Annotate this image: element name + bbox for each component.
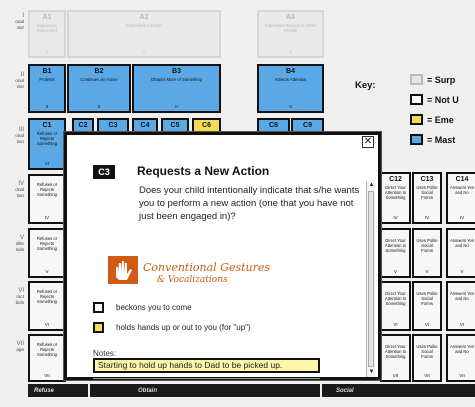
key-swatch-emerging <box>410 114 423 125</box>
cell-c12-v[interactable]: Direct Your Attention to Something V <box>380 228 411 278</box>
key-item-surpassed: = Surp <box>410 74 455 85</box>
cell-refuse-v[interactable]: Refuses or Rejects Something V <box>28 228 66 278</box>
cell-c12-vii[interactable]: Direct Your Attention to Something VII <box>380 334 411 382</box>
row-label-5: Volite sals <box>15 235 24 252</box>
option-checkbox-not-used[interactable] <box>93 302 104 313</box>
cell-b3[interactable]: B3 Obtains More of Something II <box>132 64 221 113</box>
row-label-1: Ional vior <box>15 13 24 30</box>
cell-c1[interactable]: C1 Refuses or Rejects Something III <box>28 118 66 170</box>
notes-field[interactable]: Starting to hold up hands to Dad to be p… <box>93 358 320 373</box>
category-subtitle: & Vocalizations <box>157 275 228 285</box>
cell-a2[interactable]: A2 Expresses Comfort I <box>67 10 221 58</box>
option-beckons[interactable]: beckons you to come <box>93 302 192 313</box>
category-bar-social: Social <box>322 384 475 397</box>
cell-c14-v[interactable]: Answers Yes and No V <box>446 228 475 278</box>
key-title: Key: <box>355 80 376 91</box>
modal-scroll-thumb[interactable] <box>368 191 374 367</box>
option-label: holds hands up or out to you (for "up") <box>116 323 251 332</box>
cell-c14-vii[interactable]: Answers Yes and No VII <box>446 334 475 382</box>
item-code-badge: C3 <box>93 165 115 179</box>
category-title: Conventional Gestures <box>143 261 271 274</box>
cell-c12-iv[interactable]: C12 Direct Your Attention to Something IV <box>380 172 411 224</box>
row-label-7: VII age <box>16 341 24 353</box>
scroll-down-icon[interactable]: ▼ <box>367 368 376 377</box>
option-hands-up[interactable]: holds hands up or out to you (for "up") <box>93 322 251 333</box>
key-swatch-surpassed <box>410 74 423 85</box>
cell-c13-vii[interactable]: Uses Polite Social Forms VII <box>412 334 442 382</box>
cell-c14-vi[interactable]: Answers Yes and No VI <box>446 281 475 331</box>
cell-c12-vi[interactable]: Direct Your Attention to Something VI <box>380 281 411 331</box>
key-item-not-used: = Not U <box>410 94 459 105</box>
cell-c13-iv[interactable]: C13 Uses Polite Social Forms IV <box>412 172 442 224</box>
cell-refuse-vii[interactable]: Refuses or Rejects Something VII <box>28 334 66 382</box>
row-label-4: IV onal tion <box>15 181 24 198</box>
row-label-6: VI ract bols <box>15 288 24 305</box>
waving-hand-icon <box>108 256 138 284</box>
row-label-3: III onal tion <box>15 127 24 144</box>
cell-b1[interactable]: B1 Protests II <box>28 64 66 113</box>
cell-c13-vi[interactable]: Uses Polite Social Forms VI <box>412 281 442 331</box>
row-label-2: II onal vior <box>15 72 24 89</box>
option-label: beckons you to come <box>116 303 192 312</box>
communication-matrix-screen: Ional vior II onal vior III onal tion IV on… <box>0 0 475 407</box>
cell-refuse-vi[interactable]: Refuses or Rejects Something VI <box>28 281 66 331</box>
cell-a3[interactable]: A3 Expresses Interest in Other People I <box>257 10 324 58</box>
cell-a1[interactable]: A1 Expresses Discomfort I <box>28 10 66 58</box>
item-detail-modal: ✕ C3 Requests a New Action Does your chi… <box>64 132 381 380</box>
key-item-emerging: = Eme <box>410 114 454 125</box>
cell-b4[interactable]: B4 Attracts Attention II <box>257 64 324 113</box>
cell-b2[interactable]: B2 Continues an Action II <box>67 64 131 113</box>
modal-question: Does your child intentionally indicate t… <box>139 185 360 222</box>
cell-c13-v[interactable]: Uses Polite Social Forms V <box>412 228 442 278</box>
notes-divider <box>93 375 320 379</box>
modal-title: Requests a New Action <box>137 164 270 178</box>
close-icon[interactable]: ✕ <box>362 136 374 148</box>
category-bar-obtain: Obtain <box>90 384 320 397</box>
notes-label: Notes: <box>93 349 117 358</box>
scroll-up-icon[interactable]: ▲ <box>367 181 376 190</box>
cell-c14-iv[interactable]: C14 Answers Yes and No IV <box>446 172 475 224</box>
key-swatch-mastered <box>410 134 423 145</box>
modal-scrollbar[interactable]: ▲ ▼ <box>366 181 375 377</box>
key-swatch-not-used <box>410 94 423 105</box>
category-bar-refuse: Refuse <box>28 384 88 397</box>
option-checkbox-emerging[interactable] <box>93 322 104 333</box>
cell-refuse-iv[interactable]: Refuses or Rejects Something IV <box>28 174 66 224</box>
key-item-mastered: = Mast <box>410 134 455 145</box>
